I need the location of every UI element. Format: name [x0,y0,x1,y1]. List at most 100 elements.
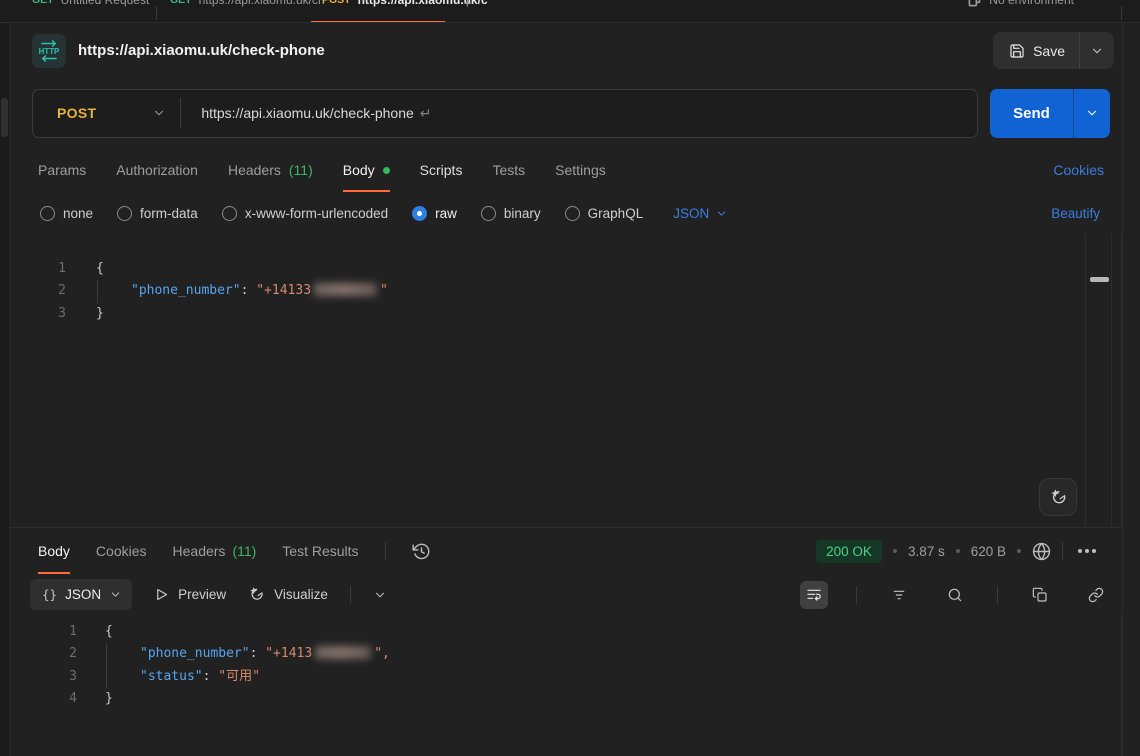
radio-x-www-form-urlencoded[interactable]: x-www-form-urlencoded [222,206,388,221]
request-pane: HTTP https://api.xiaomu.uk/check-phone S… [10,23,1122,756]
chevron-down-icon [109,588,122,601]
chevron-down-icon [152,106,166,120]
line-number: 4 [10,688,77,710]
save-options-button[interactable] [1080,44,1114,58]
tab-settings[interactable]: Settings [555,148,606,192]
url-input[interactable]: POST https://api.xiaomu.uk/check-phone ↵ [32,89,978,138]
tab-tests[interactable]: Tests [492,148,525,192]
postbot-ai-button[interactable] [1039,478,1077,516]
tab-method-badge: GET [32,0,54,6]
tab-scripts[interactable]: Scripts [420,148,463,192]
request-tabs: Params Authorization Headers (11) Body S… [10,148,1122,192]
request-tab-1[interactable]: GET Untitled Request [32,0,149,7]
input-divider [180,98,181,128]
radio-circle [481,206,496,221]
sparkle-circle-icon [248,586,265,603]
sidebar-collapsed-strip [0,23,10,756]
visualize-button[interactable]: Visualize [248,586,328,603]
radio-raw[interactable]: raw [412,206,457,221]
response-time: 3.87 s [908,544,945,559]
radio-form-data[interactable]: form-data [117,206,198,221]
line-number: 1 [10,258,66,280]
tab-method-badge: POST [322,0,351,6]
save-button[interactable]: Save [993,43,1079,59]
save-label: Save [1033,43,1065,59]
request-bar: POST https://api.xiaomu.uk/check-phone ↵… [10,78,1122,148]
radio-binary[interactable]: binary [481,206,541,221]
code-line: 2 "phone_number": "+14133" [10,280,1121,302]
filter-button[interactable] [885,581,913,609]
redacted-phone-digits [314,283,377,296]
wrap-lines-button[interactable] [800,581,828,609]
editor-scrollbar-track[interactable] [1085,234,1112,527]
environment-selector[interactable]: No environment [968,0,1074,7]
send-button[interactable]: Send [990,105,1073,122]
response-headers-count: (11) [232,543,256,559]
new-tab-button[interactable]: + [463,0,472,12]
tab-params[interactable]: Params [38,148,86,192]
filter-icon [891,587,907,603]
preview-button[interactable]: Preview [154,587,226,602]
response-format-dropdown[interactable]: {} JSON [30,579,132,610]
method-dropdown[interactable]: POST [57,105,96,121]
request-body-editor[interactable]: 1 { 2 "phone_number": "+14133" 3 } [10,234,1122,527]
headers-count: (11) [289,162,313,178]
chevron-down-icon [1090,44,1104,58]
copy-button[interactable] [1026,581,1054,609]
network-info-button[interactable] [1032,542,1051,561]
workspace-tab-bar: GET Untitled Request GET https://api.xia… [0,0,1140,23]
share-link-button[interactable] [1082,581,1110,609]
redacted-phone-digits [315,646,371,659]
indent-guide [97,280,98,303]
tab-body[interactable]: Body [343,148,390,192]
search-button[interactable] [941,581,969,609]
http-request-icon: HTTP [32,34,66,68]
cookies-link[interactable]: Cookies [1053,148,1104,192]
word-wrap-icon [806,587,822,603]
response-more-actions-button[interactable] [1074,545,1100,557]
response-body-editor[interactable]: 1 { 2 "phone_number": "+1413", 3 "status… [10,615,1122,756]
code-line: 2 "phone_number": "+1413", [10,643,1121,665]
divider [997,586,998,604]
panel-resize-handle[interactable] [1,98,8,137]
request-header: HTTP https://api.xiaomu.uk/check-phone S… [10,23,1122,78]
divider [1062,542,1063,560]
request-tab-2[interactable]: GET https://api.xiaomu.uk/ch [170,0,325,7]
divider [385,542,386,560]
divider [856,586,857,604]
response-tab-cookies[interactable]: Cookies [96,528,147,574]
save-split-button: Save [993,32,1114,69]
response-size: 620 B [971,544,1006,559]
send-split-button: Send [990,89,1110,138]
postman-window: GET Untitled Request GET https://api.xia… [0,0,1140,756]
url-text[interactable]: https://api.xiaomu.uk/check-phone [201,105,413,121]
indent-guide [106,643,107,688]
body-type-options: none form-data x-www-form-urlencoded raw… [10,192,1122,234]
editor-scrollbar-thumb[interactable] [1090,277,1109,282]
line-number: 2 [10,280,66,302]
send-options-button[interactable] [1074,106,1110,120]
chevron-down-icon [1085,106,1099,120]
return-glyph: ↵ [420,105,432,122]
view-options-button[interactable] [373,588,387,602]
code-line: 4 } [10,688,1121,710]
beautify-link[interactable]: Beautify [1051,206,1100,221]
tab-headers[interactable]: Headers (11) [228,148,313,192]
radio-circle-selected [412,206,427,221]
tab-authorization[interactable]: Authorization [116,148,198,192]
response-tab-headers[interactable]: Headers (11) [173,528,257,574]
chevron-down-icon [373,588,387,602]
radio-circle [565,206,580,221]
radio-graphql[interactable]: GraphQL [565,206,644,221]
response-toolbar: {} JSON Preview Visualize [10,574,1122,615]
line-number: 1 [10,621,77,643]
language-dropdown[interactable]: JSON [673,206,728,221]
search-icon [947,587,963,603]
globe-icon [1032,542,1051,561]
response-tab-body[interactable]: Body [38,528,70,574]
code-line: 3 } [10,303,1121,325]
response-history-button[interactable] [412,542,431,561]
response-tab-test-results[interactable]: Test Results [282,528,358,574]
method-dropdown-button[interactable] [152,106,166,120]
radio-none[interactable]: none [40,206,93,221]
